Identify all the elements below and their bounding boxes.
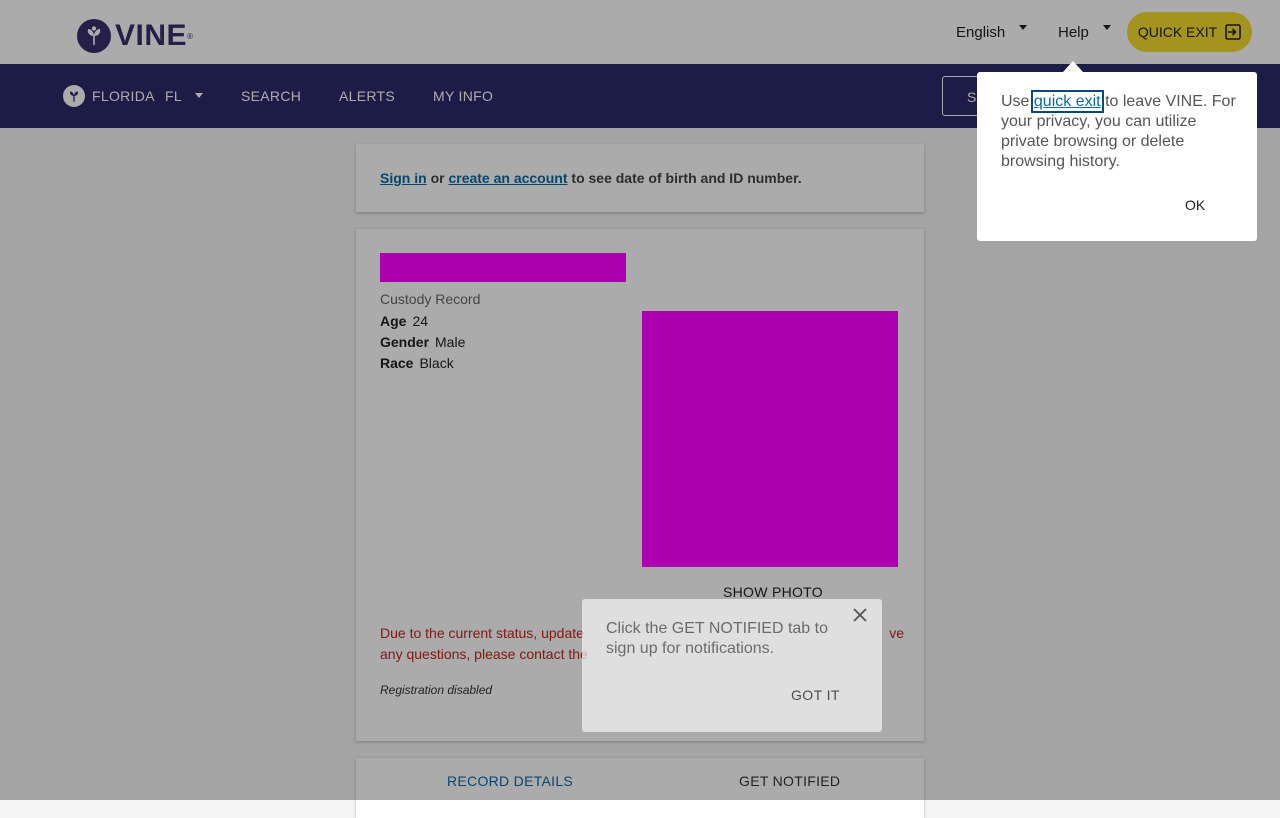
quick-exit-tooltip: Use quick exit to leave VINE. For your p… <box>977 72 1257 241</box>
tooltip-prefix: Use <box>1001 93 1030 110</box>
got-it-button[interactable]: GOT IT <box>791 687 840 703</box>
ok-button[interactable]: OK <box>1185 197 1205 213</box>
quick-exit-tooltip-text: Use quick exit to leave VINE. For your p… <box>1001 90 1239 172</box>
get-notified-tooltip-text: Click the GET NOTIFIED tab to sign up fo… <box>606 620 828 657</box>
close-icon[interactable] <box>850 605 870 625</box>
popup-pointer <box>1063 61 1083 72</box>
get-notified-tooltip: Click the GET NOTIFIED tab to sign up fo… <box>582 599 882 732</box>
quick-exit-link[interactable]: quick exit <box>1030 90 1104 113</box>
